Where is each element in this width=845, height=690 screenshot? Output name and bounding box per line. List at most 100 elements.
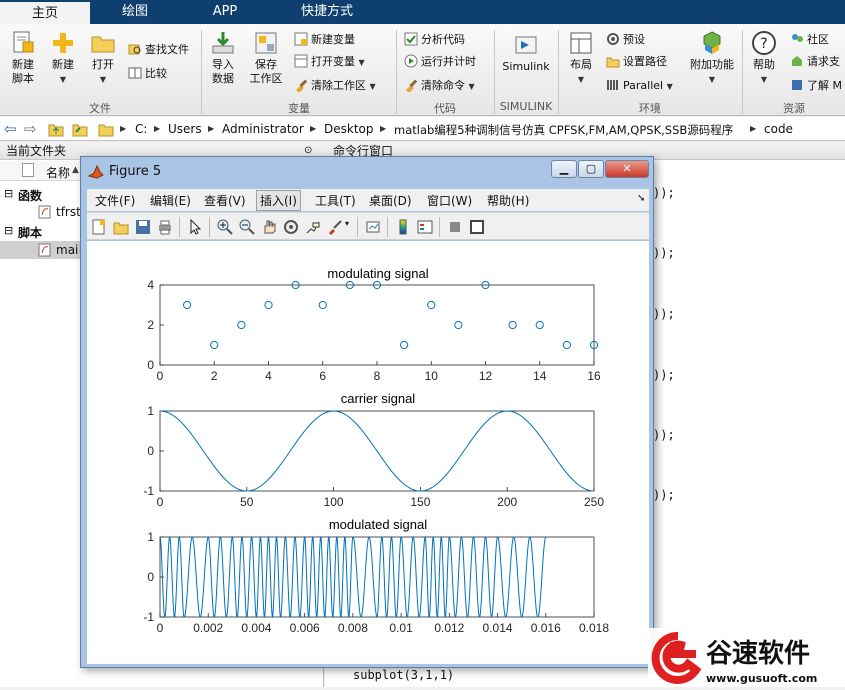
help-button[interactable]: ? 帮助 ▼	[748, 30, 780, 87]
minimize-button[interactable]: ▁	[551, 160, 577, 178]
toolbar-divider	[357, 217, 358, 237]
new-script-button[interactable]: 新建 脚本	[6, 30, 40, 86]
layout-button[interactable]: 布局 ▼	[564, 30, 598, 87]
rotate-3d-icon[interactable]	[283, 219, 299, 235]
tab-shortcuts[interactable]: 快捷方式	[270, 0, 384, 24]
brush-icon[interactable]	[327, 219, 343, 235]
save-icon[interactable]	[135, 219, 151, 235]
figure-canvas[interactable]: modulating signal 0 2 4 6 8 10 12 14 16 0 2 4 carri…	[87, 241, 649, 664]
forward-arrow-icon[interactable]: ⇨	[24, 120, 37, 138]
layout-icon	[570, 32, 592, 54]
analyze-code-button[interactable]: 分析代码	[404, 32, 465, 48]
compare-button[interactable]: 比较	[128, 66, 167, 82]
breadcrumb-item[interactable]: matlab编程5种调制信号仿真 CPFSK,FM,AM,QPSK,SSB源码程…	[394, 122, 733, 138]
y-tick-label: 2	[147, 318, 154, 332]
new-button[interactable]: 新建 ▼	[46, 30, 80, 87]
maximize-button[interactable]: ▢	[578, 160, 604, 178]
save-workspace-icon	[255, 32, 277, 54]
x-tick-label: 0.018	[579, 621, 609, 635]
import-data-button[interactable]: 导入 数据	[206, 30, 240, 86]
group-label-resources: 资源	[783, 102, 805, 115]
subplot-modulated-signal[interactable]: modulated signal 0 0.002 0.004 0.006 0.008 0.…	[143, 517, 609, 635]
menu-expand-icon[interactable]: ➘	[637, 193, 645, 204]
close-button[interactable]: ✕	[605, 160, 649, 178]
simulink-button[interactable]: Simulink	[502, 32, 550, 74]
menu-help[interactable]: 帮助(H)	[487, 192, 529, 209]
open-variable-button[interactable]: 打开变量 ▼	[294, 54, 365, 71]
run-and-time-button[interactable]: 运行并计时	[404, 54, 476, 70]
hide-plot-tools-icon[interactable]	[447, 219, 463, 235]
tab-apps[interactable]: APP	[180, 0, 270, 24]
subplot-modulating-signal[interactable]: modulating signal 0 2 4 6 8 10 12 14 16 0 2 4	[147, 266, 601, 383]
set-path-button[interactable]: 设置路径	[606, 54, 667, 70]
file-item[interactable]: mai	[56, 243, 78, 257]
open-file-icon[interactable]	[113, 219, 129, 235]
zoom-in-icon[interactable]	[217, 219, 233, 235]
group-functions[interactable]: 函数	[18, 187, 42, 204]
file-type-column-icon	[22, 163, 34, 177]
collapse-icon[interactable]: ⊟	[4, 224, 13, 237]
menu-file[interactable]: 文件(F)	[95, 192, 135, 209]
help-icon: ?	[752, 31, 776, 55]
save-workspace-button[interactable]: 保存 工作区	[246, 30, 286, 86]
breadcrumb-item[interactable]: code	[764, 122, 793, 136]
collapse-icon[interactable]: ⊟	[4, 187, 13, 200]
print-icon[interactable]	[157, 219, 173, 235]
analyze-code-icon	[404, 32, 418, 46]
figure-window[interactable]: Figure 5 ▁ ▢ ✕ 文件(F) 编辑(E) 查看(V) 插入(I) 工…	[80, 156, 654, 668]
pan-hand-icon[interactable]	[261, 219, 277, 235]
menu-window[interactable]: 窗口(W)	[427, 192, 472, 209]
new-figure-icon[interactable]	[91, 219, 107, 235]
breadcrumb-item[interactable]: C:	[135, 122, 147, 136]
link-plot-icon[interactable]	[365, 219, 381, 235]
chevron-down-icon: ▼	[468, 82, 475, 91]
learn-matlab-button[interactable]: 了解 M	[790, 78, 842, 94]
name-column-header[interactable]: 名称	[46, 164, 70, 181]
x-tick-label: 50	[240, 495, 254, 509]
open-button[interactable]: 打开 ▼	[86, 30, 120, 87]
learn-matlab-label: 了解 M	[807, 79, 842, 92]
up-folder-icon[interactable]	[48, 121, 64, 137]
menu-insert[interactable]: 插入(I)	[256, 190, 301, 211]
clear-workspace-button[interactable]: 清除工作区 ▼	[294, 78, 376, 95]
menu-view[interactable]: 查看(V)	[204, 192, 246, 209]
new-variable-label: 新建变量	[311, 33, 355, 46]
group-scripts[interactable]: 脚本	[18, 224, 42, 241]
menu-tools[interactable]: 工具(T)	[315, 192, 356, 209]
new-variable-button[interactable]: 新建变量	[294, 32, 355, 48]
menu-edit[interactable]: 编辑(E)	[150, 192, 191, 209]
toolbar-divider	[209, 217, 210, 237]
run-time-icon	[404, 54, 418, 68]
command-output-line: ));	[653, 246, 675, 260]
file-item[interactable]: tfrst	[56, 205, 81, 219]
show-plot-tools-icon[interactable]	[469, 219, 485, 235]
find-files-button[interactable]: 查找文件	[128, 42, 189, 58]
menu-desktop[interactable]: 桌面(D)	[369, 192, 412, 209]
back-arrow-icon[interactable]: ⇦	[4, 120, 17, 138]
figure-title-bar[interactable]: Figure 5 ▁ ▢ ✕	[81, 157, 653, 187]
parallel-button[interactable]: Parallel ▼	[606, 78, 673, 95]
chevron-down-icon[interactable]: ▾	[345, 219, 349, 228]
colorbar-icon[interactable]	[395, 219, 411, 235]
request-support-button[interactable]: 请求支	[790, 54, 840, 70]
data-cursor-icon[interactable]	[305, 219, 321, 235]
x-tick-label: 200	[497, 495, 517, 509]
plot-area[interactable]: modulating signal 0 2 4 6 8 10 12 14 16024 carri…	[87, 241, 649, 664]
breadcrumb-item[interactable]: Desktop	[324, 122, 374, 136]
preferences-button[interactable]: 预设	[606, 32, 645, 48]
clear-commands-button[interactable]: 清除命令 ▼	[404, 78, 475, 95]
breadcrumb-item[interactable]: Administrator	[222, 122, 304, 136]
legend-icon[interactable]	[417, 219, 433, 235]
pointer-icon[interactable]	[187, 219, 203, 235]
zoom-out-icon[interactable]	[239, 219, 255, 235]
tab-home[interactable]: 主页	[0, 0, 90, 24]
community-icon	[792, 34, 803, 42]
y-tick-label: 0	[147, 570, 154, 584]
community-button[interactable]: 社区	[790, 32, 829, 48]
subplot-carrier-signal[interactable]: carrier signal 0 50 100 150 200 250-101	[143, 391, 604, 509]
addons-button[interactable]: 附加功能 ▼	[688, 30, 736, 87]
breadcrumb-item[interactable]: Users	[168, 122, 202, 136]
tab-plots[interactable]: 绘图	[90, 0, 180, 24]
breadcrumb-separator-icon: ▶	[310, 124, 317, 133]
browse-folder-icon[interactable]	[72, 121, 88, 137]
